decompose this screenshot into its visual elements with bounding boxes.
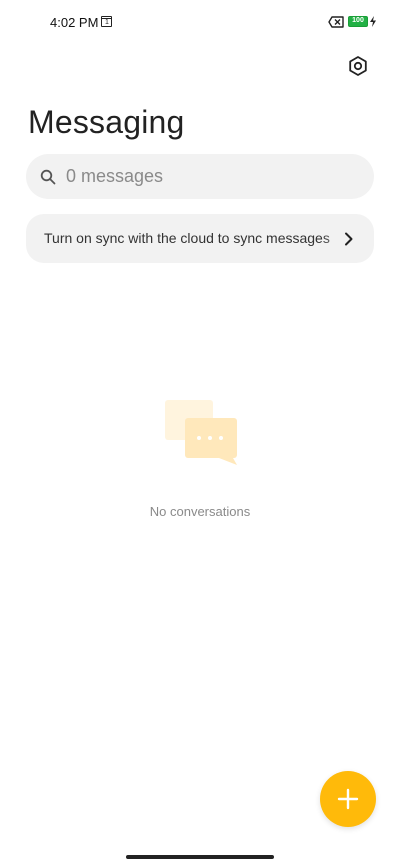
search-input[interactable] — [66, 166, 346, 187]
sync-banner[interactable]: Turn on sync with the cloud to sync mess… — [26, 214, 374, 263]
battery-icon: 100 — [348, 16, 368, 27]
page-title: Messaging — [28, 104, 185, 140]
chat-bubbles-icon — [165, 400, 237, 465]
chevron-right-icon[interactable] — [343, 232, 355, 246]
status-time: 4:02 PM — [50, 15, 99, 30]
sync-banner-text-wrap: Turn on sync with the cloud to sync mess… — [44, 214, 348, 263]
charging-bolt-icon — [370, 16, 376, 27]
battery-level: 100 — [352, 17, 364, 24]
home-indicator[interactable] — [126, 855, 274, 859]
settings-button[interactable] — [344, 52, 372, 80]
new-conversation-button[interactable] — [320, 771, 376, 827]
status-bar: 4:02 PM 1 100 — [0, 0, 400, 44]
empty-state-text: No conversations — [149, 504, 251, 519]
plus-icon — [337, 788, 359, 810]
search-bar[interactable] — [26, 154, 374, 199]
no-sim-icon — [328, 16, 344, 28]
sync-banner-text: Turn on sync with the cloud to sync mess… — [44, 230, 330, 246]
settings-icon — [349, 56, 367, 76]
calendar-icon: 1 — [101, 16, 112, 27]
search-icon — [40, 169, 56, 184]
messaging-screen: 4:02 PM 1 100 Messaging Turn on sync wit… — [0, 0, 400, 866]
calendar-day: 1 — [105, 19, 109, 26]
